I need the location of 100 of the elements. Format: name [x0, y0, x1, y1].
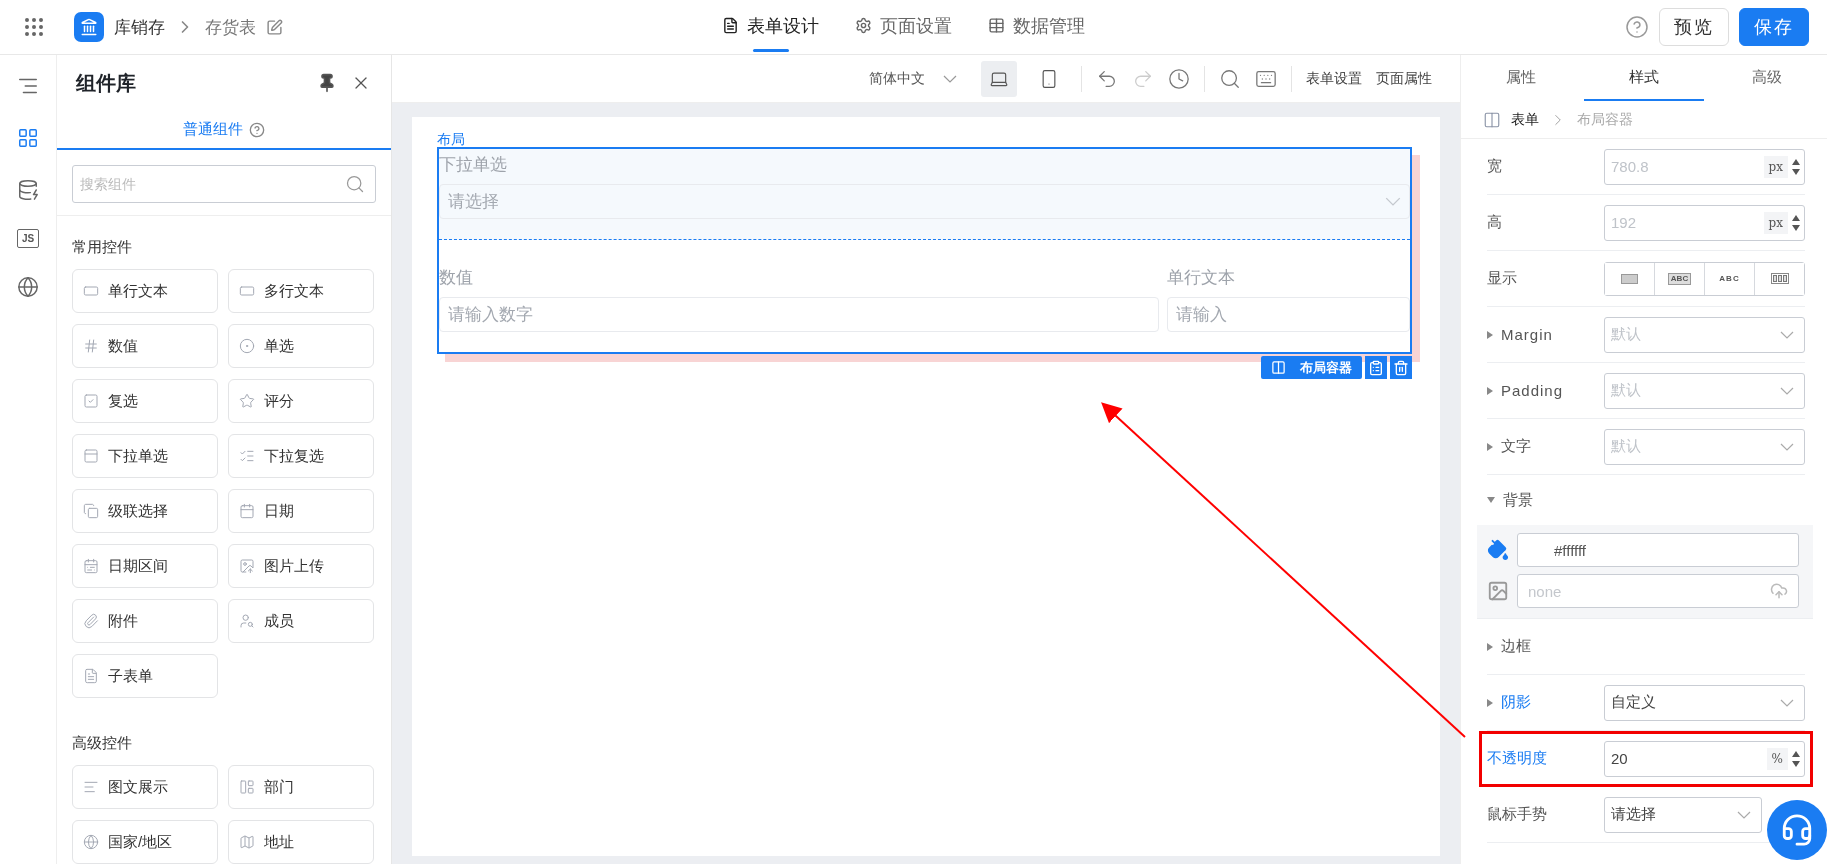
- chevron-down-icon: [943, 74, 957, 83]
- number-field[interactable]: 20 %: [1604, 740, 1805, 777]
- component-item[interactable]: 子表单: [72, 654, 218, 698]
- inline-label: ABC: [1719, 274, 1740, 283]
- component-item[interactable]: 日期: [228, 489, 374, 533]
- expand-toggle[interactable]: [1487, 442, 1493, 451]
- laptop-icon[interactable]: [981, 60, 1017, 97]
- group-title: 高级控件: [71, 733, 133, 753]
- component-tab[interactable]: 普通组件: [57, 111, 391, 150]
- property-label: Margin: [1487, 326, 1604, 343]
- apps-grid-icon[interactable]: [22, 15, 46, 39]
- search-input[interactable]: 搜索组件: [73, 166, 345, 202]
- pin-icon[interactable]: [317, 73, 337, 94]
- breadcrumb-item[interactable]: 表单: [1511, 110, 1539, 129]
- component-item[interactable]: 成员: [228, 599, 374, 643]
- search-icon[interactable]: [1219, 67, 1241, 90]
- component-item[interactable]: 图片上传: [228, 544, 374, 588]
- support-chat-button[interactable]: [1767, 800, 1827, 860]
- app-name: 库销存: [114, 16, 165, 39]
- component-item[interactable]: 地址: [228, 820, 374, 864]
- component-item[interactable]: 下拉复选: [228, 434, 374, 478]
- property-label: 文字: [1487, 437, 1604, 456]
- top-tab[interactable]: 页面设置: [855, 0, 952, 55]
- stepper-icon[interactable]: [1792, 158, 1800, 175]
- clock-icon[interactable]: [1168, 67, 1190, 90]
- component-item[interactable]: 复选: [72, 379, 218, 423]
- component-item[interactable]: 单选: [228, 324, 374, 368]
- stepper-icon[interactable]: [1792, 214, 1800, 231]
- calendar-icon: [239, 503, 255, 519]
- edit-icon[interactable]: [266, 18, 283, 36]
- component-item[interactable]: 国家/地区: [72, 820, 218, 864]
- script-button[interactable]: JS: [17, 229, 39, 248]
- property-label: 鼠标手势: [1487, 805, 1548, 824]
- checkbox-icon: [83, 393, 99, 409]
- globe-icon: [83, 834, 99, 850]
- help-icon[interactable]: [1625, 15, 1649, 39]
- top-tab[interactable]: 表单设计: [722, 0, 819, 55]
- number-field[interactable]: 192 px: [1604, 204, 1805, 241]
- dropdown-icon: [83, 448, 99, 464]
- expand-toggle[interactable]: [1487, 330, 1493, 339]
- globe-icon[interactable]: [15, 274, 41, 300]
- field-label: 单行文本: [1167, 267, 1236, 289]
- gear-icon: [855, 17, 872, 34]
- component-item[interactable]: 单行文本: [72, 269, 218, 313]
- toolbar-link[interactable]: 页面属性: [1376, 69, 1432, 88]
- chevron-down-icon: [1737, 810, 1751, 819]
- container-tag[interactable]: 布局容器: [1261, 356, 1362, 379]
- component-item[interactable]: 多行文本: [228, 269, 374, 313]
- group-title: 常用控件: [71, 237, 133, 257]
- field-label: 下拉单选: [439, 154, 508, 176]
- paperclip-icon: [83, 613, 99, 629]
- preview-button[interactable]: 预览: [1659, 8, 1729, 46]
- inline-block-label: ABC: [1667, 272, 1692, 285]
- inspector-tab[interactable]: 高级: [1707, 55, 1827, 101]
- field-label: 数值: [439, 267, 474, 289]
- number-field[interactable]: 780.8 px: [1604, 148, 1805, 185]
- search-field[interactable]: 搜索组件: [72, 165, 376, 203]
- property-label: 显示: [1487, 269, 1518, 288]
- component-item[interactable]: 数值: [72, 324, 218, 368]
- toolbar-link[interactable]: 表单设置: [1306, 69, 1362, 88]
- paint-bucket-icon: [1487, 539, 1509, 561]
- property-label: 宽: [1487, 157, 1503, 176]
- columns-icon: [1271, 360, 1286, 375]
- map-icon: [239, 834, 255, 850]
- top-tab[interactable]: 数据管理: [988, 0, 1085, 55]
- color-field[interactable]: #ffffff: [1517, 533, 1799, 567]
- component-item[interactable]: 下拉单选: [72, 434, 218, 478]
- inspector-tab[interactable]: 样式: [1584, 55, 1704, 101]
- property-label: 阴影: [1487, 693, 1604, 712]
- component-item[interactable]: 级联选择: [72, 489, 218, 533]
- bank-logo-icon: [74, 12, 104, 42]
- expand-toggle[interactable]: [1487, 386, 1493, 395]
- save-button[interactable]: 保存: [1739, 8, 1809, 46]
- image-icon: [1487, 580, 1509, 602]
- panel-icon: [239, 779, 255, 795]
- select-field[interactable]: 自定义: [1604, 684, 1805, 721]
- language-select[interactable]: 简体中文: [869, 69, 957, 88]
- image-icon: [239, 558, 255, 574]
- calendar-icon: [83, 558, 99, 574]
- inspector-tab[interactable]: 属性: [1461, 55, 1581, 101]
- delete-icon[interactable]: [1390, 356, 1412, 379]
- expand-toggle[interactable]: [1487, 642, 1493, 651]
- expand-toggle[interactable]: [1487, 698, 1493, 707]
- expand-toggle[interactable]: [1487, 497, 1495, 503]
- component-item[interactable]: 日期区间: [72, 544, 218, 588]
- stepper-icon[interactable]: [1792, 750, 1800, 767]
- headset-icon: [1780, 813, 1814, 847]
- component-item[interactable]: 评分: [228, 379, 374, 423]
- copy-icon[interactable]: [1365, 356, 1387, 379]
- help-icon: [249, 121, 265, 138]
- panel-title: 组件库: [76, 70, 136, 96]
- display-option[interactable]: [1754, 262, 1804, 295]
- select-field[interactable]: 请选择: [1604, 796, 1762, 833]
- component-item[interactable]: 部门: [228, 765, 374, 809]
- table-icon: [988, 17, 1005, 34]
- document-icon: [83, 668, 99, 684]
- component-item[interactable]: 附件: [72, 599, 218, 643]
- text-lines-icon: [83, 779, 99, 795]
- chevron-down-icon: [1780, 442, 1794, 451]
- component-item[interactable]: 图文展示: [72, 765, 218, 809]
